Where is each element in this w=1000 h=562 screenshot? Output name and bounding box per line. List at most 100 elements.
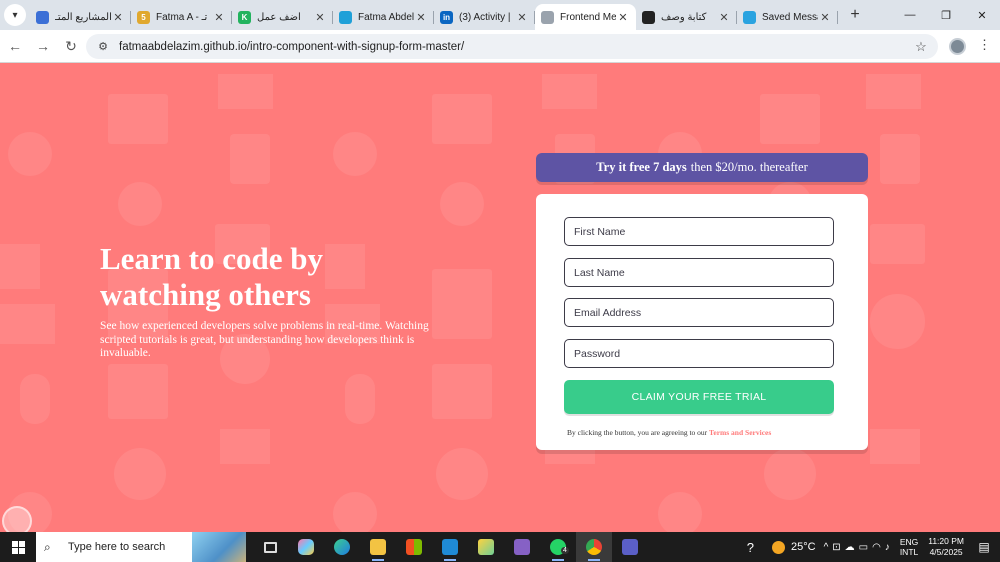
- password-input[interactable]: [574, 347, 833, 360]
- task-view-button[interactable]: [252, 532, 288, 562]
- browser-toolbar: ← → ↻ ⚙ fatmaabdelazim.github.io/intro-c…: [0, 30, 1000, 63]
- tab-favicon-icon: [339, 10, 352, 24]
- help-icon[interactable]: ?: [747, 540, 754, 555]
- tab-title: Fatma Abdel: [358, 11, 414, 23]
- tab-close-icon[interactable]: ✕: [313, 11, 327, 24]
- system-tray: ? 25°C ^⊡☁▭◠♪ ENG INTL 11:20 PM 4/5/2025…: [747, 532, 1000, 562]
- terms-prefix: By clicking the button, you are agreeing…: [567, 428, 708, 437]
- site-info-icon[interactable]: ⚙: [93, 40, 113, 53]
- menu-dots-icon[interactable]: ⋮: [978, 37, 991, 53]
- language-code: ENG: [899, 537, 919, 547]
- chevron-down-icon: ▾: [12, 9, 18, 21]
- browser-tab[interactable]: 5 Fatma A - تـ ✕: [131, 4, 232, 30]
- weather-widget[interactable]: 25°C: [771, 540, 816, 554]
- close-window-button[interactable]: ✕: [964, 0, 1000, 30]
- first-name-field: [564, 217, 834, 246]
- store-button[interactable]: [396, 532, 432, 562]
- tray-icons[interactable]: ^⊡☁▭◠♪: [824, 542, 894, 553]
- tab-title: (3) Activity |: [459, 11, 511, 23]
- back-arrow-icon: ←: [8, 38, 22, 54]
- window-controls: — ❐ ✕: [892, 0, 1000, 30]
- hero-section: Learn to code by watching others See how…: [100, 241, 440, 361]
- terms-notice: By clicking the button, you are agreeing…: [567, 428, 771, 437]
- address-bar[interactable]: ⚙ fatmaabdelazim.github.io/intro-compone…: [86, 34, 938, 59]
- tab-favicon-icon: [642, 10, 655, 24]
- tab-close-icon[interactable]: ✕: [717, 11, 731, 24]
- forward-button[interactable]: →: [30, 33, 56, 59]
- browser-tab[interactable]: Fatma Abdel ✕: [333, 4, 434, 30]
- last-name-input[interactable]: [574, 266, 833, 279]
- chrome-button[interactable]: [576, 532, 612, 562]
- tab-favicon-icon: in: [440, 10, 453, 24]
- browser-tab[interactable]: كتابة وصف ✕: [636, 4, 737, 30]
- first-name-input[interactable]: [574, 225, 833, 238]
- browser-tab[interactable]: Saved Messa ✕: [737, 4, 838, 30]
- taskbar-search[interactable]: ⌕ Type here to search: [36, 532, 246, 562]
- visual-studio-icon: [514, 539, 530, 555]
- tab-favicon-icon: K: [238, 10, 251, 24]
- visual-studio-button[interactable]: [504, 532, 540, 562]
- store-icon: [406, 539, 422, 555]
- tab-close-icon[interactable]: ✕: [212, 11, 226, 24]
- tab-title: كتابة وصف: [661, 11, 707, 23]
- tab-close-icon[interactable]: ✕: [414, 11, 428, 24]
- windows-taskbar: ⌕ Type here to search 4 ? 25°C ^⊡☁▭◠♪ EN…: [0, 532, 1000, 562]
- minimize-button[interactable]: —: [892, 0, 928, 30]
- tab-favicon-icon: [743, 10, 756, 24]
- tab-favicon-icon: [541, 10, 554, 24]
- copilot-icon: [298, 539, 314, 555]
- tab-close-icon[interactable]: ✕: [616, 11, 630, 24]
- vscode-button[interactable]: [432, 532, 468, 562]
- clock[interactable]: 11:20 PM 4/5/2025: [928, 536, 964, 558]
- tab-close-icon[interactable]: ✕: [515, 11, 529, 24]
- copilot-button[interactable]: [288, 532, 324, 562]
- tab-title: أضف عمل: [257, 11, 301, 23]
- teams-icon: [622, 539, 638, 555]
- notification-icon[interactable]: ▤: [974, 540, 994, 554]
- profile-avatar[interactable]: [949, 38, 966, 55]
- last-name-field: [564, 258, 834, 287]
- teams-button[interactable]: [612, 532, 648, 562]
- new-tab-button[interactable]: +: [844, 4, 866, 26]
- taskbar-search-placeholder: Type here to search: [68, 541, 166, 553]
- edge-button[interactable]: [324, 532, 360, 562]
- search-highlight-image: [192, 532, 246, 562]
- tab-title: المشاريع المتـ: [55, 11, 111, 23]
- trial-banner-text: then $20/mo. thereafter: [690, 160, 808, 174]
- tab-favicon-icon: 5: [137, 10, 150, 24]
- tab-title: Fatma A - تـ: [156, 11, 208, 23]
- edge-icon: [334, 539, 350, 555]
- file-explorer-button[interactable]: [360, 532, 396, 562]
- forward-arrow-icon: →: [36, 38, 50, 54]
- back-button[interactable]: ←: [2, 33, 28, 59]
- browser-tab-strip: ▾ المشاريع المتـ ✕ 5 Fatma A - تـ ✕ K أضف عمل ✕…: [0, 0, 1000, 30]
- folder-icon: [370, 539, 386, 555]
- email-input[interactable]: [574, 306, 833, 319]
- tab-close-icon[interactable]: ✕: [111, 11, 125, 24]
- url-text[interactable]: fatmaabdelazim.github.io/intro-component…: [119, 41, 910, 53]
- restore-button[interactable]: ❐: [928, 0, 964, 30]
- browser-tab[interactable]: المشاريع المتـ ✕: [30, 4, 131, 30]
- browser-tab[interactable]: in (3) Activity | ✕: [434, 4, 535, 30]
- reload-button[interactable]: ↻: [58, 33, 84, 59]
- taskbar-apps: 4: [252, 532, 648, 562]
- tab-list: المشاريع المتـ ✕ 5 Fatma A - تـ ✕ K أضف عمل ✕ Fa…: [30, 0, 838, 30]
- paint-button[interactable]: [468, 532, 504, 562]
- tab-title: Saved Messa: [762, 11, 818, 23]
- start-button[interactable]: [0, 532, 36, 562]
- browser-tab[interactable]: Frontend Me ✕: [535, 4, 636, 30]
- star-icon[interactable]: ☆: [910, 39, 932, 55]
- vscode-icon: [442, 539, 458, 555]
- tab-close-icon[interactable]: ✕: [818, 11, 832, 24]
- language-indicator[interactable]: ENG INTL: [900, 537, 918, 557]
- email-field: [564, 298, 834, 327]
- whatsapp-button[interactable]: 4: [540, 532, 576, 562]
- keyboard-layout: INTL: [899, 547, 919, 557]
- claim-free-trial-button[interactable]: CLAIM YOUR FREE TRIAL: [564, 380, 834, 414]
- browser-tab[interactable]: K أضف عمل ✕: [232, 4, 333, 30]
- tab-search-button[interactable]: ▾: [4, 4, 26, 26]
- trial-banner: Try it free 7 days then $20/mo. thereaft…: [536, 153, 868, 182]
- terms-link[interactable]: Terms and Services: [709, 428, 771, 437]
- whatsapp-badge: 4: [561, 547, 569, 554]
- page-viewport: Learn to code by watching others See how…: [0, 64, 1000, 532]
